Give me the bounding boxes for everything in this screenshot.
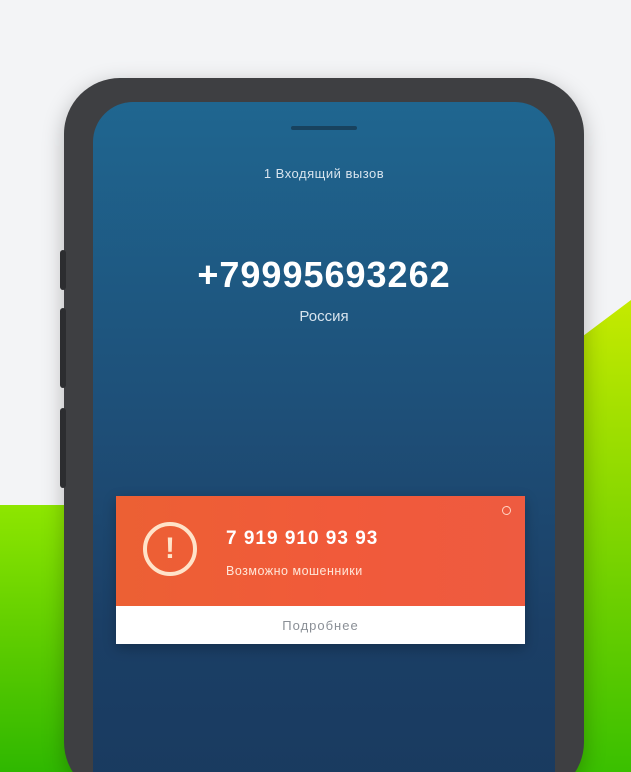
phone-volume-down-button (60, 408, 66, 488)
phone-screen: 1 Входящий вызов +79995693262 Россия ! 7… (93, 102, 555, 772)
caller-region: Россия (299, 308, 349, 325)
close-icon[interactable] (502, 506, 511, 515)
phone-device: 1 Входящий вызов +79995693262 Россия ! 7… (60, 78, 584, 772)
speaker-slot (291, 126, 357, 130)
call-status: 1 Входящий вызов (263, 166, 385, 181)
alert-description: Возможно мошенники (226, 564, 363, 578)
alert-header: ! 7 919 910 93 93 Возможно мошенники (116, 496, 525, 606)
caller-phone-number: +79995693262 (197, 254, 451, 295)
exclamation-circle-icon: ! (143, 522, 197, 576)
alert-details-button[interactable]: Подробнее (116, 606, 525, 644)
spam-alert-card: ! 7 919 910 93 93 Возможно мошенники Под… (116, 496, 525, 644)
alert-title: 7 919 910 93 93 (226, 528, 379, 549)
phone-side-button (60, 250, 66, 290)
phone-volume-up-button (60, 308, 66, 388)
